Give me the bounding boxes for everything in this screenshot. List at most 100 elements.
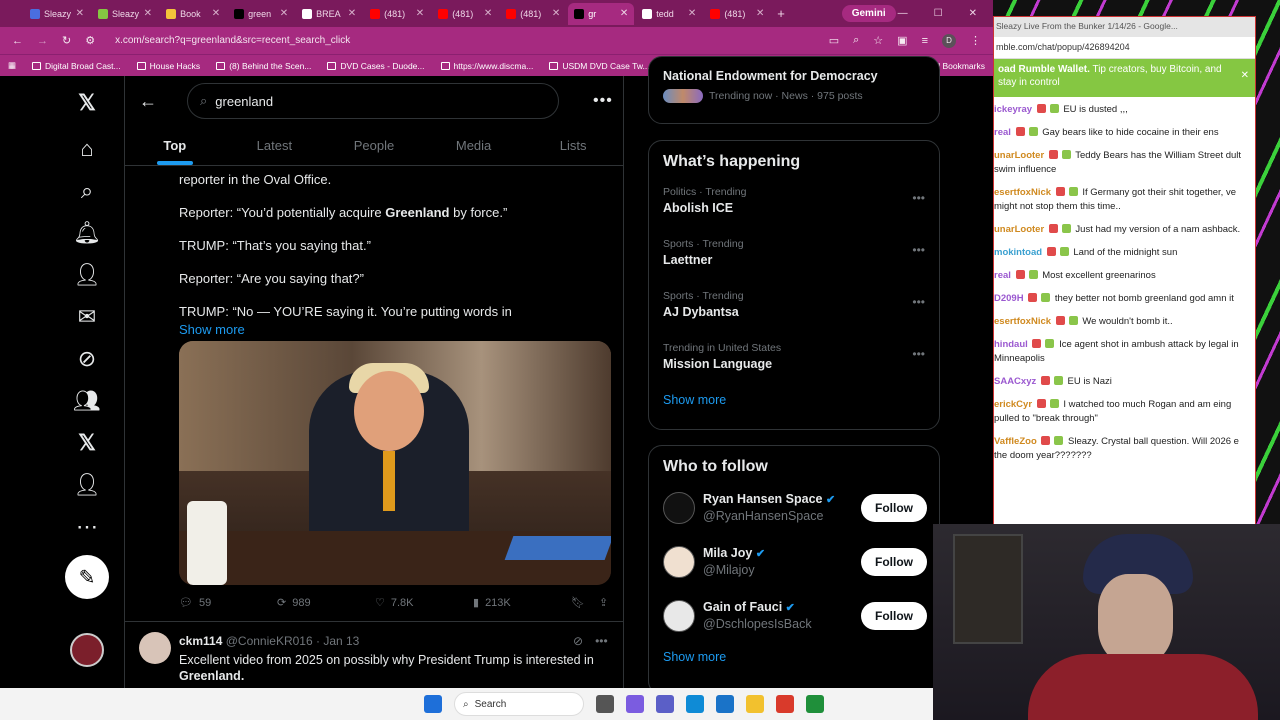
close-tab-icon[interactable]: ✕ xyxy=(348,8,356,19)
trend-item[interactable]: Sports · Trending Laettner ••• xyxy=(649,231,939,283)
start-icon[interactable] xyxy=(424,695,442,713)
follow-button[interactable]: Follow xyxy=(861,602,927,630)
edge-icon[interactable] xyxy=(686,695,704,713)
follow-name[interactable]: Mila Joy xyxy=(703,546,752,560)
zoom-icon[interactable]: ⌕ xyxy=(853,34,859,47)
browser-tab[interactable]: Book ✕ xyxy=(160,3,226,25)
like-button[interactable]: ♡ 7.8K xyxy=(375,596,473,610)
messages-envelope-icon[interactable]: ✉ xyxy=(72,302,102,332)
close-tab-icon[interactable]: ✕ xyxy=(212,8,220,19)
browser-tab[interactable]: (481) ✕ xyxy=(432,3,498,25)
browser-tab[interactable]: (481) ✕ xyxy=(500,3,566,25)
close-tab-icon[interactable]: ✕ xyxy=(484,8,492,19)
bookmark-item[interactable]: (8) Behind the Scen... xyxy=(216,61,311,71)
follow-person-icon[interactable]: 👤︎ xyxy=(72,260,102,290)
browser-tab[interactable]: Sleazy ✕ xyxy=(92,3,158,25)
follow-avatar[interactable] xyxy=(663,600,695,632)
chat-username[interactable]: hindaul xyxy=(994,339,1028,350)
post-button[interactable]: ✎ xyxy=(65,555,109,599)
split-view-icon[interactable]: ▣ xyxy=(897,34,907,47)
trend-item[interactable]: Sports · Trending AJ Dybantsa ••• xyxy=(649,283,939,335)
store-icon[interactable] xyxy=(716,695,734,713)
follow-name[interactable]: Gain of Fauci xyxy=(703,600,782,614)
close-tab-icon[interactable]: ✕ xyxy=(756,8,764,19)
browser-menu-icon[interactable]: ⋮ xyxy=(970,34,981,47)
views-button[interactable]: ▮ 213K xyxy=(473,596,571,610)
chat-username[interactable]: D209H xyxy=(994,293,1024,304)
notifications-bell-icon[interactable]: 🔔︎ xyxy=(72,218,102,248)
chat-username[interactable]: ickeyray xyxy=(994,104,1032,115)
media-controls-icon[interactable]: ≡ xyxy=(922,35,928,47)
chat-username[interactable]: real xyxy=(994,127,1011,138)
trend-item[interactable]: Trending in United States Mission Languag… xyxy=(649,335,939,387)
grok-icon[interactable]: ⊘ xyxy=(72,344,102,374)
minimize-icon[interactable]: — xyxy=(898,8,908,19)
copilot-icon[interactable] xyxy=(626,695,644,713)
profile-avatar[interactable]: D xyxy=(942,33,956,48)
browser-tab[interactable]: green ✕ xyxy=(228,3,294,25)
follow-button[interactable]: Follow xyxy=(861,494,927,522)
tab-top[interactable]: Top xyxy=(125,126,225,165)
close-tab-icon[interactable]: ✕ xyxy=(144,8,152,19)
premium-x-icon[interactable]: 𝕏 xyxy=(72,428,102,458)
bookmark-star-icon[interactable]: ☆ xyxy=(873,34,883,47)
trend-item[interactable]: Politics · Trending Abolish ICE ••• xyxy=(649,179,939,231)
browser-tab[interactable]: gr ✕ xyxy=(568,2,635,25)
reply-author-name[interactable]: ckm114 xyxy=(179,634,222,648)
back-arrow-icon[interactable]: ← xyxy=(12,35,23,47)
reply-avatar[interactable] xyxy=(139,632,171,664)
chat-username[interactable]: VaffleZoo xyxy=(994,436,1037,447)
close-tab-icon[interactable]: ✕ xyxy=(620,8,628,19)
file-explorer-icon[interactable] xyxy=(746,695,764,713)
show-more-trends-link[interactable]: Show more xyxy=(649,387,939,407)
more-options-icon[interactable]: ••• xyxy=(912,295,925,309)
bookmark-item[interactable]: Digital Broad Cast... xyxy=(32,61,121,71)
follow-suggestion[interactable]: Ryan Hansen Space ✔ @RyanHansenSpace Follo… xyxy=(649,486,939,540)
follow-button[interactable]: Follow xyxy=(861,548,927,576)
x-logo-icon[interactable]: 𝕏 xyxy=(72,88,102,118)
more-options-icon[interactable]: ••• xyxy=(912,347,925,361)
bookmark-icon[interactable]: 🔖︎ xyxy=(571,596,585,609)
more-options-icon[interactable]: ••• xyxy=(595,634,608,648)
chat-username[interactable]: esertfoxNick xyxy=(994,187,1051,198)
show-more-link[interactable]: Show more xyxy=(179,322,623,338)
chat-username[interactable]: unarLooter xyxy=(994,224,1044,235)
follow-avatar[interactable] xyxy=(663,492,695,524)
close-icon[interactable]: ✕ xyxy=(969,8,977,19)
close-tab-icon[interactable]: ✕ xyxy=(416,8,424,19)
bookmark-item[interactable]: DVD Cases - Duode... xyxy=(327,61,425,71)
cast-icon[interactable]: ▭ xyxy=(829,34,839,47)
tweet-video[interactable] xyxy=(179,341,611,585)
more-options-icon[interactable]: ••• xyxy=(912,243,925,257)
tab-people[interactable]: People xyxy=(324,126,424,165)
repost-button[interactable]: ⟳ 989 xyxy=(277,596,375,610)
app-icon[interactable] xyxy=(806,695,824,713)
follow-suggestion[interactable]: Gain of Fauci ✔ @DschlopesIsBack Follow xyxy=(649,594,939,648)
chat-username[interactable]: mokintoad xyxy=(994,247,1042,258)
task-view-icon[interactable] xyxy=(596,695,614,713)
close-tab-icon[interactable]: ✕ xyxy=(76,8,84,19)
follow-name[interactable]: Ryan Hansen Space xyxy=(703,492,823,506)
site-info-icon[interactable]: ⚙ xyxy=(85,34,95,47)
account-avatar[interactable] xyxy=(70,633,104,667)
follow-suggestion[interactable]: Mila Joy ✔ @Milajoy Follow xyxy=(649,540,939,594)
teams-icon[interactable] xyxy=(656,695,674,713)
more-options-icon[interactable]: ••• xyxy=(912,191,925,205)
close-tab-icon[interactable]: ✕ xyxy=(688,8,696,19)
back-arrow-icon[interactable]: ← xyxy=(139,91,169,112)
gemini-button[interactable]: Gemini xyxy=(841,5,896,22)
chat-username[interactable]: SAACxyz xyxy=(994,376,1036,387)
chat-username[interactable]: unarLooter xyxy=(994,150,1044,161)
chat-username[interactable]: esertfoxNick xyxy=(994,316,1051,327)
reply-button[interactable]: 💬︎ 59 xyxy=(179,596,277,610)
taskbar-search[interactable]: ⌕ Search xyxy=(454,692,584,716)
share-icon[interactable]: ⇪ xyxy=(599,596,608,609)
close-icon[interactable]: ✕ xyxy=(1241,69,1249,82)
tab-lists[interactable]: Lists xyxy=(523,126,623,165)
close-tab-icon[interactable]: ✕ xyxy=(280,8,288,19)
address-bar[interactable]: x.com/search?q=greenland&src=recent_sear… xyxy=(109,35,815,46)
browser-tab[interactable]: BREA ✕ xyxy=(296,3,362,25)
more-circle-icon[interactable]: ⋯ xyxy=(72,512,102,542)
reply-date[interactable]: · Jan 13 xyxy=(316,634,359,648)
reply-handle[interactable]: @ConnieKR016 xyxy=(226,634,313,648)
